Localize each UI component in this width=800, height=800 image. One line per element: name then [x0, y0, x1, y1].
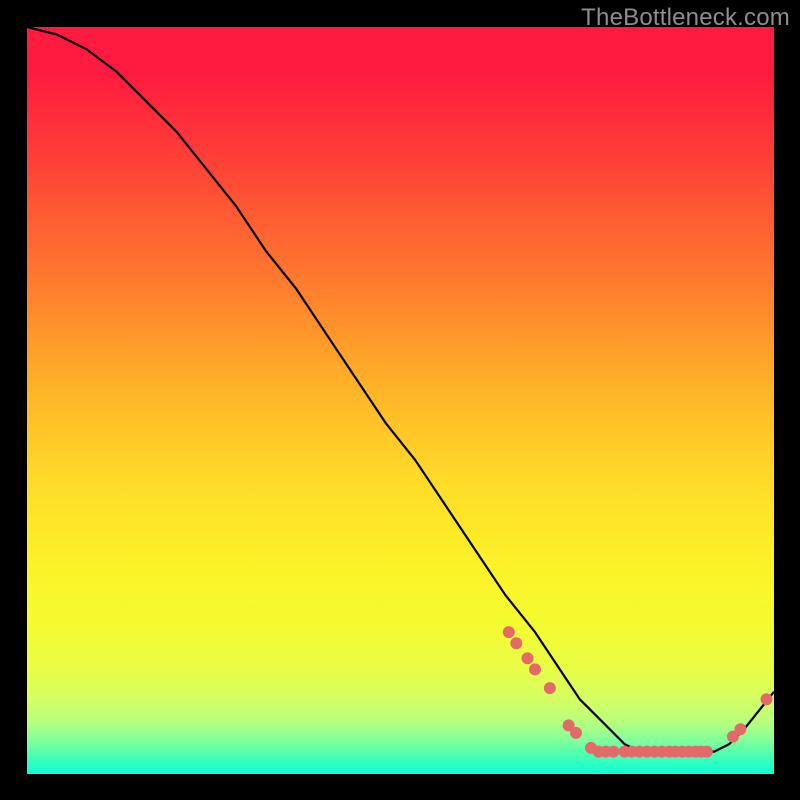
- data-point: [510, 637, 522, 649]
- watermark-text: TheBottleneck.com: [581, 4, 790, 32]
- data-point: [529, 663, 541, 675]
- data-point: [669, 746, 681, 758]
- data-point: [544, 682, 556, 694]
- data-point: [585, 742, 597, 754]
- data-point: [600, 746, 612, 758]
- data-point: [683, 746, 695, 758]
- chart-stage: TheBottleneck.com: [0, 0, 800, 800]
- data-point: [503, 626, 515, 638]
- data-point: [734, 723, 746, 735]
- data-point: [570, 727, 582, 739]
- data-point: [663, 746, 675, 758]
- data-point: [634, 746, 646, 758]
- chart-svg: [27, 27, 774, 774]
- data-point: [619, 746, 631, 758]
- data-point: [563, 719, 575, 731]
- data-point: [656, 746, 668, 758]
- data-point: [676, 746, 688, 758]
- data-point: [641, 746, 653, 758]
- data-point: [690, 746, 702, 758]
- data-markers: [503, 626, 773, 758]
- data-point: [607, 746, 619, 758]
- data-point: [626, 746, 638, 758]
- data-point: [649, 746, 661, 758]
- plot-area: [27, 27, 774, 774]
- data-point: [761, 693, 773, 705]
- bottleneck-curve-path: [27, 27, 774, 752]
- data-point: [701, 746, 713, 758]
- data-point: [522, 652, 534, 664]
- data-point: [593, 746, 605, 758]
- data-point: [695, 746, 707, 758]
- data-point: [727, 731, 739, 743]
- curve-line: [27, 27, 774, 752]
